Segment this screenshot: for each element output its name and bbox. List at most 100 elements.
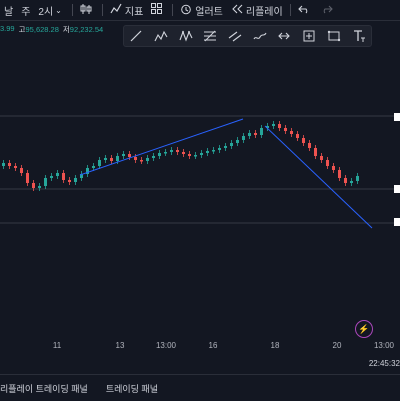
toolbar-divider (172, 4, 174, 16)
fib-retracement-icon (204, 30, 217, 42)
time-label: 13:00 (155, 341, 177, 350)
ohlc-legend: 3.99 고95,628.28 저92,232.54 (0, 24, 103, 35)
candle-body (26, 173, 29, 183)
channel-tool[interactable] (226, 28, 244, 44)
candle-body (338, 170, 341, 178)
indicators-icon (110, 3, 122, 18)
candle-body (140, 160, 143, 162)
candle-body (188, 154, 191, 156)
candle-body (218, 148, 221, 150)
timeframe-week-label: 주 (21, 6, 31, 18)
candle-body (92, 166, 95, 168)
parallel-channel-icon (228, 31, 242, 42)
polyline-icon (154, 30, 168, 42)
candle-body (260, 128, 263, 135)
candle-body (146, 158, 149, 161)
candle-body (242, 136, 245, 140)
time-label: 11 (52, 341, 62, 350)
low-value: 92,232.54 (69, 25, 104, 34)
measure-tool[interactable] (300, 28, 318, 44)
templates-button[interactable] (147, 0, 169, 20)
candle-body (182, 152, 185, 154)
candle-body (230, 143, 233, 146)
chevron-down-icon: ⌄ (55, 5, 62, 15)
alarm-clock-icon (180, 3, 192, 18)
candle-body (326, 160, 329, 166)
candle-body (62, 173, 65, 180)
candle-body (308, 143, 311, 148)
candle-body (134, 157, 137, 160)
toolbar-divider (289, 4, 291, 16)
pattern-tool[interactable] (177, 28, 195, 44)
text-tool[interactable] (350, 28, 368, 44)
candle-body (212, 150, 215, 152)
zigzag-pattern-icon (179, 30, 193, 42)
top-toolbar: 날 주 2시 ⌄ 지표 얼러트 리플레이 (0, 0, 400, 21)
brush-tool[interactable] (251, 28, 269, 44)
toolbar-divider (71, 4, 73, 16)
chart-canvas[interactable] (0, 48, 400, 353)
candle-body (356, 176, 359, 181)
candle-body (236, 140, 239, 143)
candle-body (122, 154, 125, 156)
candle-body (14, 166, 17, 168)
undo-icon (297, 4, 310, 17)
timeframe-day-label: 날 (4, 6, 14, 18)
time-label: 13 (115, 341, 125, 350)
trendline-tool[interactable] (127, 28, 145, 44)
indicators-button[interactable]: 지표 (106, 0, 147, 20)
measure-icon (303, 30, 315, 42)
candle-body (320, 156, 323, 160)
polyline-tool[interactable] (152, 28, 170, 44)
candle-body (350, 181, 353, 183)
candle-body (296, 134, 299, 138)
fib-tool[interactable] (201, 28, 219, 44)
candle-body (110, 158, 113, 161)
drawing-toolbar (123, 25, 372, 47)
candle-body (104, 158, 107, 160)
candle-body (170, 150, 173, 152)
candle-body (50, 176, 53, 178)
time-axis[interactable]: 11 13 13:00 16 18 20 13:00 22:45:32 (0, 338, 400, 368)
arrow-tool[interactable] (275, 28, 293, 44)
redo-icon (321, 4, 333, 17)
time-label: 18 (270, 341, 280, 350)
candlestick-icon (80, 3, 92, 18)
alert-label: 얼러트 (195, 6, 223, 18)
replay-trading-panel-tab[interactable]: 리플레이 트레이딩 패널 (0, 382, 98, 395)
text-icon (353, 30, 365, 42)
candle-body (314, 148, 317, 156)
candle-body (56, 173, 59, 176)
trading-panel-tab[interactable]: 트레이딩 패널 (98, 382, 168, 395)
candle-body (224, 146, 227, 148)
timeframe-day[interactable]: 날 (0, 0, 17, 20)
chart-type-button[interactable] (76, 0, 99, 20)
high-label: 고 (18, 25, 26, 34)
time-label: 20 (332, 341, 342, 350)
candle-body (2, 163, 5, 166)
undo-button[interactable] (294, 0, 317, 20)
candle-body (74, 178, 77, 182)
alert-button[interactable]: 얼러트 (176, 0, 227, 20)
candle-body (68, 180, 71, 182)
price-chart[interactable] (0, 48, 400, 353)
trendline-down (264, 125, 373, 229)
price-axis-marker-low (394, 218, 400, 226)
replay-button[interactable]: 리플레이 (227, 0, 287, 20)
arrows-icon (278, 32, 291, 40)
rectangle-icon (327, 30, 341, 42)
candle-body (98, 160, 101, 166)
candle-body (152, 156, 155, 158)
assistant-button[interactable]: ⚡ (355, 320, 373, 338)
timeframe-interval-dropdown[interactable]: 2시 ⌄ (34, 0, 68, 20)
rectangle-tool[interactable] (325, 28, 343, 44)
candle-body (44, 178, 47, 186)
indicators-label: 지표 (124, 6, 144, 18)
bottom-panel-bar: 리플레이 트레이딩 패널 트레이딩 패널 (0, 374, 400, 401)
redo-button[interactable] (317, 0, 340, 20)
price-axis-marker-high (394, 113, 400, 121)
brush-icon (253, 32, 267, 40)
timeframe-week[interactable]: 주 (17, 0, 34, 20)
clock: 22:45:32 (368, 359, 400, 368)
time-label: 16 (208, 341, 218, 350)
